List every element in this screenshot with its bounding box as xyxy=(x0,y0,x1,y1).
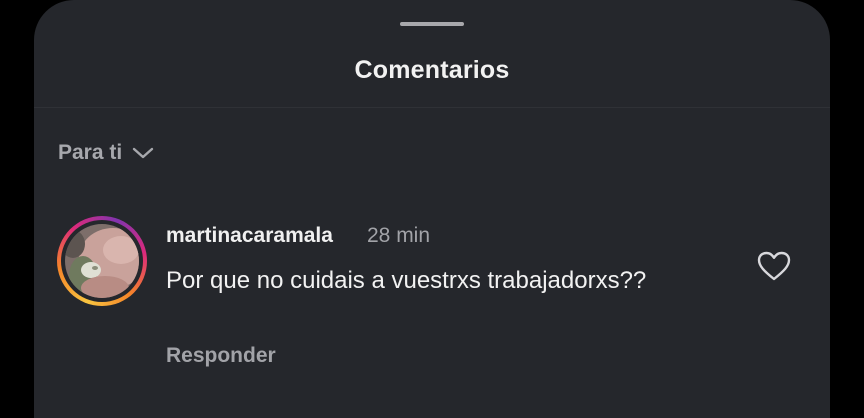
sheet-title: Comentarios xyxy=(354,56,510,84)
profile-photo xyxy=(65,224,139,298)
avatar-ring-gap xyxy=(61,220,143,302)
comment-text: Por que no cuidais a vuestrxs trabajador… xyxy=(166,267,647,294)
sort-filter-dropdown[interactable]: Para ti xyxy=(58,141,154,165)
comment-username[interactable]: martinacaramala xyxy=(166,224,333,248)
heart-icon xyxy=(756,250,792,282)
comment-timestamp: 28 min xyxy=(367,224,431,247)
sort-filter-label: Para ti xyxy=(58,141,123,164)
comment-item: martinacaramala 28 min Por que no cuidai… xyxy=(34,214,830,384)
reply-button[interactable]: Responder xyxy=(166,344,276,368)
drag-handle[interactable] xyxy=(400,22,464,26)
chevron-down-icon xyxy=(132,146,154,160)
like-button[interactable] xyxy=(756,250,792,282)
comments-sheet: Comentarios Para ti martinacaramala 28 m… xyxy=(34,0,830,418)
avatar[interactable] xyxy=(57,216,147,306)
divider xyxy=(34,107,830,108)
